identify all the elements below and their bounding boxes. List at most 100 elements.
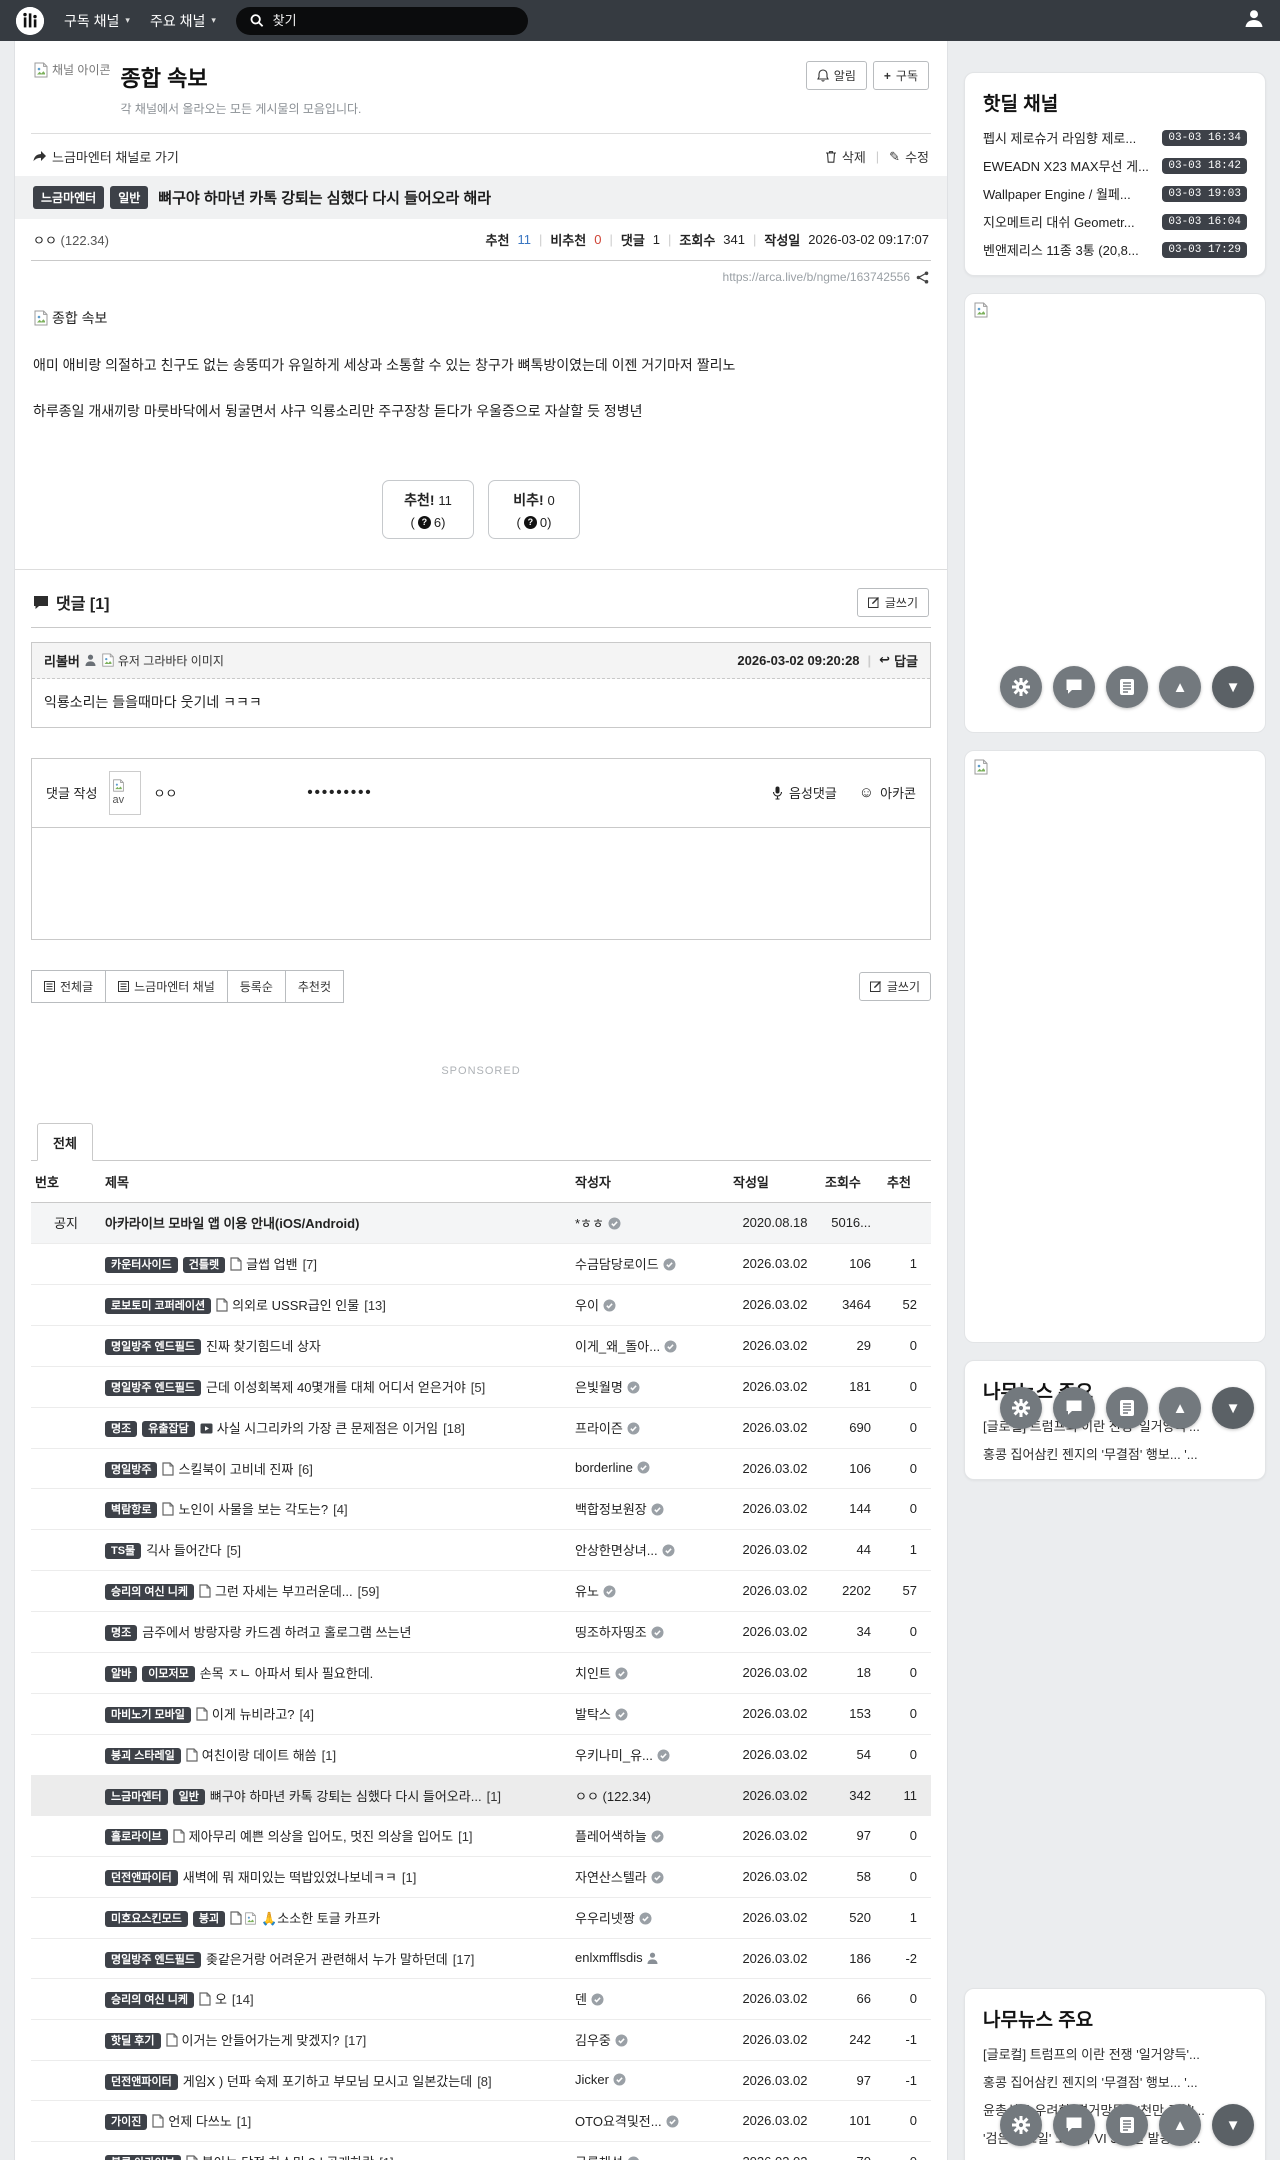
post-title-link[interactable]: 노인이 사물을 보는 각도는? bbox=[178, 1502, 328, 1517]
category-badge[interactable]: 승리의 여신 니케 bbox=[105, 1992, 194, 2009]
recent-comments-button[interactable] bbox=[1053, 2104, 1095, 2146]
subscribe-button[interactable]: + 구독 bbox=[872, 61, 929, 90]
scroll-top-button[interactable]: ▲ bbox=[1159, 666, 1201, 708]
scroll-bottom-button[interactable]: ▼ bbox=[1212, 1387, 1254, 1429]
table-row[interactable]: 승리의 여신 니케 오 [14] 덴 2026.03.02 66 0 bbox=[31, 1978, 931, 2020]
post-title-link[interactable]: 좆같은거랑 어려운거 관련해서 누가 말하던데 bbox=[206, 1952, 448, 1967]
post-title-link[interactable]: 여친이랑 데이트 해씀 bbox=[202, 1748, 317, 1763]
sort-button[interactable]: 등록순 bbox=[226, 969, 286, 1003]
post-title-link[interactable]: 의외로 USSR급인 인물 bbox=[232, 1298, 359, 1313]
category-badge[interactable]: 카운터사이드 bbox=[105, 1257, 178, 1274]
row-author[interactable]: ㅇㅇ (122.34) bbox=[571, 1775, 729, 1816]
category-badge[interactable]: 던전앤파이터 bbox=[105, 2073, 178, 2090]
user-menu[interactable] bbox=[1244, 8, 1264, 33]
row-author[interactable]: 프라이즌 bbox=[571, 1407, 729, 1449]
table-row[interactable]: 붕괴 스타레일 여친이랑 데이트 해씀 [1] 우키나미_유... 2026.03.… bbox=[31, 1734, 931, 1776]
category-badge[interactable]: 유출잡담 bbox=[142, 1421, 195, 1438]
row-author[interactable]: 자연산스텔라 bbox=[571, 1856, 729, 1898]
news-link[interactable]: 홍콩 집어삼킨 젠지의 '무결점' 행보... '... bbox=[983, 2072, 1247, 2091]
edit-post-button[interactable]: ✎ 수정 bbox=[889, 147, 929, 166]
category-badge[interactable]: 명조 bbox=[105, 1625, 138, 1642]
post-title-link[interactable]: 진짜 찾기힘드네 상자 bbox=[206, 1339, 321, 1354]
table-row[interactable]: 블루 아카이브 블아는 당정 하스미 3d 공개하랏 [1] 구룡채성 2026.0… bbox=[31, 2141, 931, 2160]
post-title-link[interactable]: 근데 이성회복제 40몇개를 대체 어디서 얻은거야 bbox=[206, 1380, 466, 1395]
post-title-link[interactable]: 금주에서 방랑자랑 카드겜 하려고 홀로그램 쓰는년 bbox=[142, 1625, 411, 1640]
category-badge[interactable]: 건틀렛 bbox=[182, 1257, 226, 1274]
post-list-button[interactable] bbox=[1106, 1387, 1148, 1429]
table-row[interactable]: 명조 금주에서 방랑자랑 카드겜 하려고 홀로그램 쓰는년 띵조하자띵조 2026… bbox=[31, 1611, 931, 1653]
category-badge[interactable]: 핫딜 후기 bbox=[105, 2033, 161, 2050]
table-row[interactable]: 알바 이모저모 손목 ㅈㄴ 아파서 퇴사 필요한데. 치인트 2026.03.02 … bbox=[31, 1652, 931, 1694]
post-author[interactable]: ㅇㅇ (122.34) bbox=[33, 230, 109, 249]
channel-posts-button[interactable]: 느금마엔터 채널 bbox=[105, 969, 228, 1003]
row-author[interactable]: enlxmfflsdis bbox=[571, 1938, 729, 1979]
table-row[interactable]: 홀로라이브 제아무리 예쁜 의상을 입어도, 멋진 의상을 입어도 [1] 플레어색… bbox=[31, 1815, 931, 1857]
post-list-button[interactable] bbox=[1106, 2104, 1148, 2146]
table-row[interactable]: 던전앤파이터 새벽에 뭐 재미있는 떡밥있었나보네ㅋㅋ [1] 자연산스텔라 202… bbox=[31, 1856, 931, 1898]
row-author[interactable]: 은빛월명 bbox=[571, 1366, 729, 1408]
category-badge[interactable]: 명일방주 엔드필드 bbox=[105, 1380, 202, 1397]
table-row[interactable]: 마비노기 모바일 이게 뉴비라고? [4] 발탁스 2026.03.02 153 0 bbox=[31, 1693, 931, 1735]
write-post-button[interactable]: 글쓰기 bbox=[858, 971, 931, 1001]
emoticon-button[interactable]: ☺ 아카콘 bbox=[859, 783, 916, 802]
post-title-link[interactable]: 블아는 당정 하스미 3d 공개하랏 bbox=[202, 2155, 374, 2160]
post-title-link[interactable]: 그런 자세는 부끄러운데... bbox=[215, 1584, 353, 1599]
row-author[interactable]: 플레어색하늘 bbox=[571, 1815, 729, 1857]
row-author[interactable]: 유노 bbox=[571, 1570, 729, 1612]
hotdeal-link[interactable]: EWEADN X23 MAX무선 게... bbox=[983, 156, 1156, 175]
news-link[interactable]: [공식] '뉴진... bbox=[983, 2156, 1247, 2160]
table-row[interactable]: TS물 긱사 들어간다 [5] 안상한면상녀... 2026.03.02 44 1 bbox=[31, 1529, 931, 1571]
category-badge[interactable]: 승리의 여신 니케 bbox=[105, 1584, 194, 1601]
table-row[interactable]: 미호요스킨모드 붕괴 🙏소소한 토글 카프카 우우리넷짱 2026.03.02 52… bbox=[31, 1897, 931, 1939]
table-row[interactable]: 명일방주 엔드필드 근데 이성회복제 40몇개를 대체 어디서 얻은거야 [5] 은… bbox=[31, 1366, 931, 1408]
post-title-link[interactable]: 손목 ㅈㄴ 아파서 퇴사 필요한데. bbox=[200, 1666, 374, 1681]
row-author[interactable]: 구룡채성 bbox=[571, 2141, 729, 2160]
table-row[interactable]: 로보토미 코퍼레이션 의외로 USSR급인 인물 [13] 우이 2026.03.0… bbox=[31, 1284, 931, 1326]
scroll-top-button[interactable]: ▲ bbox=[1159, 2104, 1201, 2146]
category-badge[interactable]: 명일방주 bbox=[105, 1461, 158, 1478]
post-title-link[interactable]: 오 bbox=[215, 1992, 227, 2007]
arca-logo[interactable] bbox=[16, 6, 44, 35]
reply-button[interactable]: ↩ 답글 bbox=[879, 651, 918, 670]
delete-post-button[interactable]: 삭제 bbox=[825, 147, 866, 166]
category-badge[interactable]: 알바 bbox=[105, 1666, 138, 1683]
nickname-field[interactable]: ㅇㅇ bbox=[153, 783, 177, 802]
post-title-link[interactable]: 이게 뉴비라고? bbox=[212, 1707, 295, 1722]
row-author[interactable]: 이게_왜_돌아... bbox=[571, 1325, 729, 1367]
category-badge[interactable]: TS물 bbox=[105, 1543, 142, 1560]
post-title-link[interactable]: 긱사 들어간다 bbox=[146, 1543, 221, 1558]
post-title-link[interactable]: 이거는 안들어가는게 맞겠지? bbox=[182, 2033, 340, 2048]
channel-badge[interactable]: 느금마엔터 bbox=[33, 186, 105, 209]
post-title-link[interactable]: 뼈구야 하마년 카톡 강퇴는 심했다 다시 들어오라... bbox=[210, 1789, 482, 1804]
row-author[interactable]: 띵조하자띵조 bbox=[571, 1611, 729, 1653]
category-badge[interactable]: 벽람항로 bbox=[105, 1502, 158, 1519]
row-author[interactable]: 우이 bbox=[571, 1284, 729, 1326]
category-badge[interactable]: 이모저모 bbox=[142, 1666, 195, 1683]
row-author[interactable]: 안상한면상녀... bbox=[571, 1529, 729, 1571]
table-row[interactable]: 명일방주 스킬북이 고비네 진짜 [6] borderline 2026.03.02… bbox=[31, 1448, 931, 1489]
category-badge[interactable]: 미호요스킨모드 bbox=[105, 1911, 188, 1928]
post-title-link[interactable]: 언제 다쓰노 bbox=[168, 2114, 231, 2129]
category-badge[interactable]: 명일방주 엔드필드 bbox=[105, 1339, 202, 1356]
category-badge[interactable]: 마비노기 모바일 bbox=[105, 1707, 191, 1724]
upvote-button[interactable]: 추천! 11 (? 6) bbox=[382, 479, 474, 539]
news-link[interactable]: [글로컬] 트럼프의 이란 전쟁 '일거양득'... bbox=[983, 2044, 1247, 2063]
category-badge[interactable]: 일반 bbox=[172, 1788, 205, 1805]
category-badge[interactable]: 붕괴 스타레일 bbox=[105, 1748, 181, 1765]
row-author[interactable]: 수금담당로이드 bbox=[571, 1243, 729, 1285]
nav-subscribed-channels[interactable]: 구독 채널 ▾ bbox=[64, 11, 130, 31]
table-row[interactable]: 벽람항로 노인이 사물을 보는 각도는? [4] 백합정보원장 2026.03.02… bbox=[31, 1488, 931, 1530]
category-badge[interactable]: 홀로라이브 bbox=[105, 1829, 168, 1846]
recent-comments-button[interactable] bbox=[1053, 666, 1095, 708]
voice-comment-button[interactable]: 음성댓글 bbox=[772, 783, 837, 802]
settings-button[interactable] bbox=[1000, 666, 1042, 708]
settings-button[interactable] bbox=[1000, 2104, 1042, 2146]
hotdeal-link[interactable]: 펩시 제로슈거 라임향 제로... bbox=[983, 128, 1156, 147]
notice-author[interactable]: *ㅎㅎ bbox=[571, 1202, 729, 1244]
post-title-link[interactable]: 제아무리 예쁜 의상을 입어도, 멋진 의상을 입어도 bbox=[189, 1829, 453, 1844]
category-badge[interactable]: 붕괴 bbox=[192, 1911, 226, 1928]
post-title-link[interactable]: 스킬북이 고비네 진짜 bbox=[178, 1462, 293, 1477]
table-row[interactable]: 명일방주 엔드필드 진짜 찾기힘드네 상자 이게_왜_돌아... 2026.03.… bbox=[31, 1325, 931, 1367]
row-author[interactable]: borderline bbox=[571, 1448, 729, 1489]
table-row[interactable]: 던전앤파이터 게임X ) 던파 숙제 포기하고 부모님 모시고 일본갔는데 [8] … bbox=[31, 2060, 931, 2101]
